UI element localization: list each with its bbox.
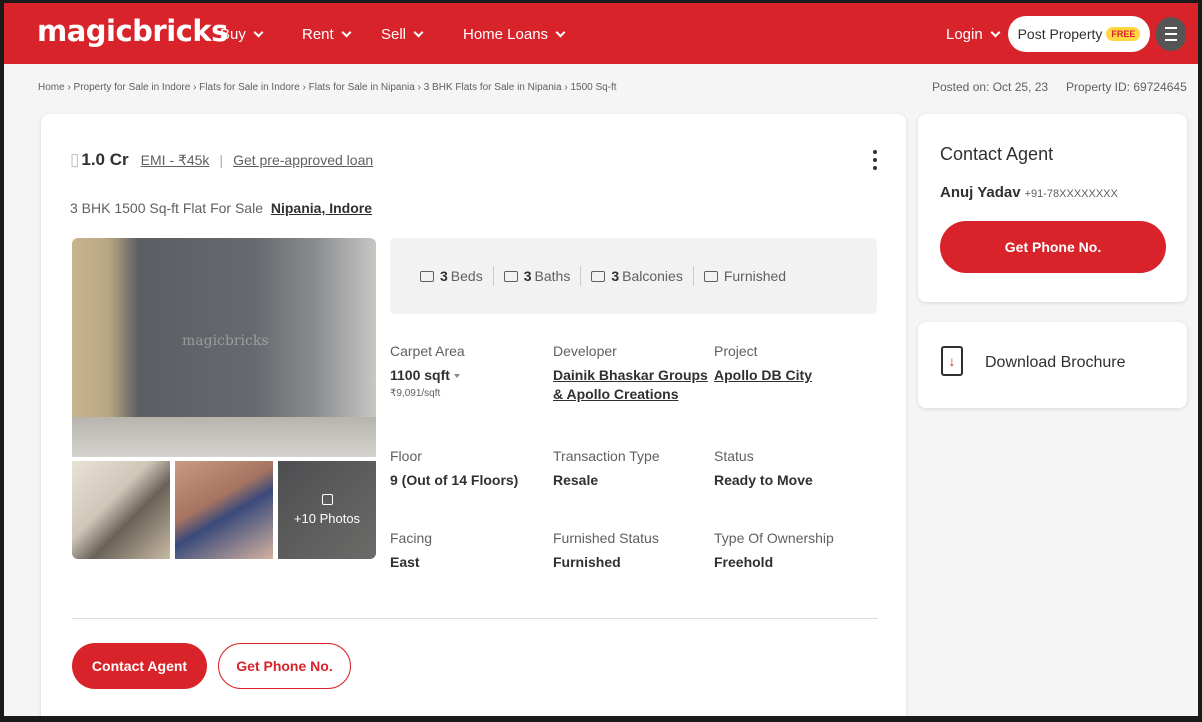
- post-property-button[interactable]: Post Property FREE: [1008, 16, 1150, 52]
- more-photos-label: +10 Photos: [293, 511, 361, 526]
- chevron-down-icon: [990, 27, 1001, 38]
- main-photo[interactable]: magicbricks: [72, 238, 376, 457]
- login-label: Login: [946, 26, 983, 43]
- caret-down-icon: [453, 374, 460, 379]
- magicbricks-logo[interactable]: magicbricks: [37, 14, 228, 48]
- download-icon: ↓: [941, 346, 963, 376]
- top-navbar: magicbricks Buy Rent Sell Home Loans Log…: [4, 0, 1198, 64]
- emi-link[interactable]: EMI - ₹45k: [141, 152, 210, 169]
- property-id: Property ID: 69724645: [1066, 80, 1187, 94]
- detail-status: Status Ready to Move: [714, 448, 813, 490]
- detail-value[interactable]: 1100 sqft: [390, 366, 465, 385]
- listing-subtitle: 3 BHK 1500 Sq-ft Flat For Sale Nipania, …: [70, 200, 372, 216]
- more-photos-thumbnail[interactable]: +10 Photos: [278, 461, 376, 559]
- preapproved-loan-link[interactable]: Get pre-approved loan: [233, 152, 373, 168]
- detail-label: Floor: [390, 448, 422, 464]
- detail-label: Developer: [553, 343, 617, 359]
- separator: |: [219, 152, 224, 168]
- detail-label: Transaction Type: [553, 448, 660, 464]
- detail-label: Status: [714, 448, 754, 464]
- divider: [72, 618, 878, 619]
- photo-floor: [72, 417, 376, 457]
- detail-project: Project Apollo DB City: [714, 343, 812, 385]
- nav-buy[interactable]: Buy: [220, 26, 264, 43]
- detail-value: Resale: [553, 472, 599, 488]
- detail-value: 9 (Out of 14 Floors): [390, 472, 519, 488]
- login-menu[interactable]: Login: [946, 26, 1001, 43]
- image-icon: [321, 494, 333, 505]
- detail-label: Type Of Ownership: [714, 530, 834, 546]
- detail-furnished-status: Furnished Status Furnished: [553, 530, 659, 572]
- posted-date: Posted on: Oct 25, 23: [932, 80, 1049, 94]
- divider: [492, 266, 494, 286]
- agent-name: Anuj Yadav: [940, 184, 1021, 201]
- price-row: ▯ 1.0 Cr EMI - ₹45k | Get pre-approved lo…: [70, 150, 373, 170]
- frame-border: [4, 716, 1198, 722]
- detail-value: East: [390, 554, 420, 570]
- detail-floor: Floor 9 (Out of 14 Floors): [390, 448, 518, 490]
- nav-rent[interactable]: Rent: [302, 26, 352, 43]
- specs-summary: 3 Beds 3 Baths 3 Balconies Furnished: [390, 238, 877, 314]
- carpet-rate: ₹9,091/sqft: [390, 388, 441, 399]
- chevron-down-icon: [413, 27, 424, 38]
- more-options-icon[interactable]: [873, 150, 879, 170]
- thumbnail-1[interactable]: [72, 461, 170, 559]
- nav-sell[interactable]: Sell: [381, 26, 424, 43]
- nav-home-loans[interactable]: Home Loans: [463, 26, 566, 43]
- chevron-down-icon: [341, 27, 352, 38]
- divider: [580, 266, 582, 286]
- price-value: 1.0 Cr: [81, 150, 129, 169]
- listing-title: 3 BHK 1500 Sq-ft Flat For Sale: [70, 200, 263, 216]
- balcony-icon: [591, 270, 606, 282]
- hamburger-menu-icon[interactable]: [1156, 17, 1186, 51]
- agent-phone: +91-78XXXXXXXX: [1024, 188, 1118, 200]
- bed-icon: [420, 270, 434, 282]
- furniture-icon: [703, 270, 718, 282]
- divider: [692, 266, 694, 286]
- post-property-label: Post Property: [1017, 26, 1103, 42]
- chevron-down-icon: [253, 27, 264, 38]
- breadcrumb[interactable]: Home › Property for Sale in Indore › Fla…: [38, 82, 617, 93]
- detail-transaction: Transaction Type Resale: [553, 448, 660, 490]
- detail-ownership: Type Of Ownership Freehold: [714, 530, 834, 572]
- detail-value: Furnished: [553, 554, 621, 570]
- free-badge: FREE: [1106, 27, 1141, 41]
- spec-balconies: 3 Balconies: [591, 268, 683, 284]
- contact-agent-title: Contact Agent: [940, 144, 1054, 164]
- sidebar-get-phone-button[interactable]: Get Phone No.: [940, 221, 1166, 273]
- spec-beds: 3 Beds: [420, 268, 483, 284]
- detail-label: Carpet Area: [390, 343, 465, 359]
- developer-link[interactable]: Dainik Bhaskar Groups & Apollo Creations: [553, 366, 708, 404]
- thumbnail-2[interactable]: [175, 461, 273, 559]
- detail-value: Ready to Move: [714, 472, 813, 488]
- detail-label: Project: [714, 343, 758, 359]
- photo-watermark: magicbricks: [182, 333, 269, 349]
- location-link[interactable]: Nipania, Indore: [271, 200, 372, 216]
- detail-label: Facing: [390, 530, 433, 546]
- agent-info: Anuj Yadav +91-78XXXXXXXX: [940, 184, 1118, 201]
- download-brochure-label[interactable]: Download Brochure: [985, 354, 1126, 372]
- detail-label: Furnished Status: [553, 530, 659, 546]
- contact-agent-button[interactable]: Contact Agent: [72, 643, 207, 689]
- detail-developer: Developer Dainik Bhaskar Groups & Apollo …: [553, 343, 708, 404]
- spec-baths: 3 Baths: [503, 268, 570, 284]
- project-link[interactable]: Apollo DB City: [714, 366, 812, 385]
- contact-agent-card: [918, 114, 1187, 302]
- nav-buy-label: Buy: [220, 26, 246, 43]
- spec-furnished: Furnished: [703, 268, 786, 284]
- detail-facing: Facing East: [390, 530, 432, 572]
- get-phone-button[interactable]: Get Phone No.: [218, 643, 351, 689]
- rupee-icon: ▯: [70, 150, 80, 169]
- price: ▯ 1.0 Cr: [70, 150, 129, 170]
- detail-carpet-area: Carpet Area 1100 sqft ₹9,091/sqft: [390, 343, 465, 399]
- detail-value: Freehold: [714, 554, 774, 570]
- bath-icon: [503, 270, 518, 282]
- nav-rent-label: Rent: [302, 26, 334, 43]
- nav-sell-label: Sell: [381, 26, 407, 43]
- chevron-down-icon: [555, 27, 566, 38]
- nav-home-loans-label: Home Loans: [463, 26, 549, 43]
